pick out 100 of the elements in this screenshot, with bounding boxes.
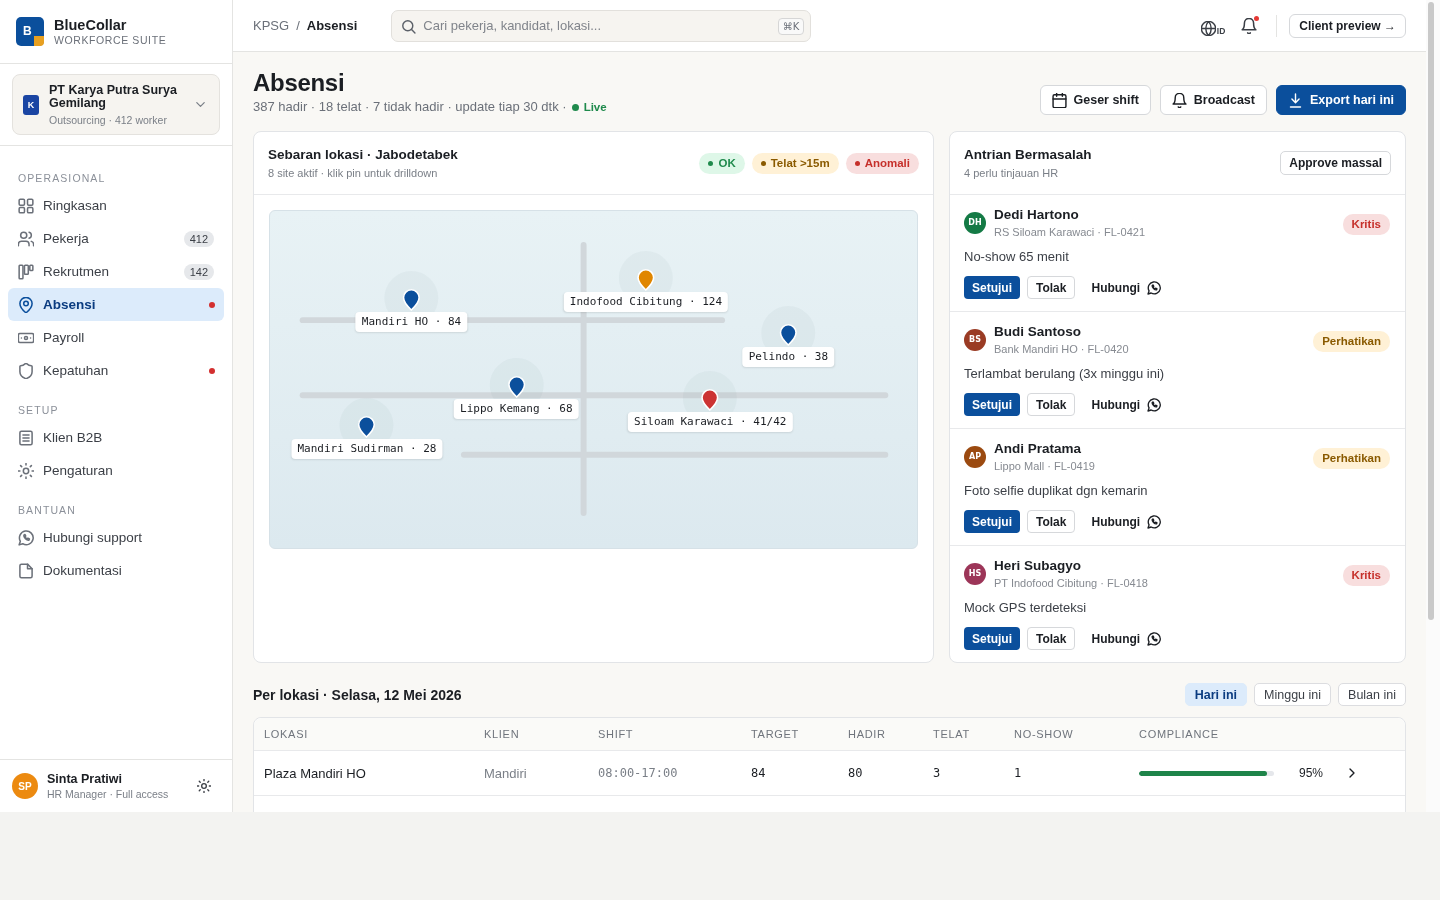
chat-phone-icon [1147, 280, 1162, 295]
language-button[interactable]: ID [1200, 15, 1226, 36]
section-title: Per lokasi · Selasa, 12 Mei 2026 [253, 686, 462, 703]
table-cell-text: 1 [1014, 766, 1023, 780]
issue-message: Mock GPS terdeteksi [964, 599, 1088, 617]
legend-label: Anomali [864, 157, 910, 169]
settings-icon[interactable] [197, 779, 211, 793]
approve-button[interactable]: Setujui [964, 276, 1020, 299]
count-badge: 412 [183, 230, 214, 247]
column-header: NO-SHOW [1014, 728, 1075, 740]
chat-phone-icon [18, 529, 34, 546]
card-subtitle: 4 perlu tinjauan HR [964, 166, 1060, 180]
approve-all-button[interactable]: Approve massal [1280, 151, 1391, 175]
range-tab[interactable]: Minggu ini [1254, 683, 1332, 706]
nav-item[interactable]: Pengaturan [8, 454, 224, 487]
scrollbar-thumb[interactable] [1428, 2, 1434, 620]
person-name: Budi Santoso [994, 323, 1082, 340]
org-name: PT Karya Putra Surya Gemilang [49, 83, 178, 110]
download-icon [1287, 92, 1303, 108]
brand-name: BlueCollar [54, 16, 128, 34]
section-label: BANTUAN [17, 503, 77, 517]
person-name: Dedi Hartono [994, 206, 1080, 223]
table-cell-text: 08:00-17:00 [598, 766, 679, 780]
nav-item[interactable]: Klien B2B [8, 421, 224, 454]
table-cell-text: Mandiri [484, 765, 528, 781]
nav-item[interactable]: Absensi [8, 288, 224, 321]
column-header: HADIR [848, 728, 887, 740]
person-meta: RS Siloam Karawaci · FL-0421 [994, 225, 1145, 240]
org-meta: Outsourcing · 412 worker [49, 113, 168, 126]
pin-label: Siloam Karawaci · 41/42 [628, 412, 793, 433]
client-preview-button[interactable]: Client preview → [1289, 13, 1406, 38]
map-pin-icon[interactable] [779, 323, 798, 346]
issue-message: Terlambat berulang (3x minggu ini) [964, 365, 1166, 383]
org-switcher[interactable]: K PT Karya Putra Surya Gemilang Outsourcing · 412 worker [12, 74, 220, 135]
issue-message: Foto selfie duplikat dgn kemarin [964, 482, 1149, 500]
table-cell-text: 3 [933, 766, 942, 780]
bell-icon[interactable] [1241, 17, 1258, 34]
column-header: COMPLIANCE [1139, 728, 1220, 740]
reject-button[interactable]: Tolak [1027, 276, 1076, 299]
column-header: SHIFT [598, 728, 635, 740]
approve-button[interactable]: Setujui [964, 627, 1020, 650]
card-subtitle: 8 site aktif · klik pin untuk drilldown [268, 166, 439, 180]
action-button[interactable]: Geser shift [1039, 85, 1151, 115]
map-pin-icon[interactable] [402, 288, 421, 311]
live-label: Live [583, 100, 607, 115]
nav-item[interactable]: Hubungi support [8, 521, 224, 554]
range-tab[interactable]: Hari ini [1184, 683, 1248, 706]
document-icon [18, 562, 34, 579]
range-tab[interactable]: Bulan ini [1338, 683, 1406, 706]
contact-button[interactable]: Hubungi [1083, 510, 1170, 533]
approve-button[interactable]: Setujui [964, 393, 1020, 416]
table-cell-text: Plaza Mandiri HO [264, 765, 367, 781]
person-meta: PT Indofood Cibitung · FL-0418 [994, 576, 1148, 591]
user-role: HR Manager · Full access [47, 787, 169, 801]
brand-logo: B [16, 17, 44, 46]
map-pin-icon [18, 296, 34, 313]
map-pin-icon[interactable] [357, 416, 376, 439]
chat-phone-icon [1147, 397, 1162, 412]
card-title: Antrian Bermasalah [964, 146, 1092, 163]
list-icon [18, 429, 34, 446]
severity-badge: Perhatikan [1313, 331, 1390, 352]
reject-button[interactable]: Tolak [1027, 627, 1076, 650]
contact-button[interactable]: Hubungi [1083, 393, 1170, 416]
page-summary: 387 hadir · 18 telat · 7 tidak hadir · update tiap 30 dtk · [253, 99, 567, 115]
pin-label: Indofood Cibitung · 124 [563, 291, 729, 312]
action-button[interactable]: Export hari ini [1275, 85, 1406, 115]
severity-badge: Kritis [1342, 214, 1390, 235]
nav-item[interactable]: Pekerja 412 [8, 222, 224, 255]
nav-item[interactable]: Kepatuhan [8, 354, 224, 387]
action-button[interactable]: Broadcast [1159, 85, 1267, 115]
breadcrumb-separator: / [296, 18, 300, 33]
person-name: Andi Pratama [994, 440, 1083, 457]
map-pin-icon[interactable] [701, 389, 720, 412]
search-icon [401, 18, 417, 34]
users-icon [18, 230, 34, 247]
reject-button[interactable]: Tolak [1027, 393, 1076, 416]
calendar-icon [1051, 92, 1067, 108]
org-avatar: K [23, 94, 39, 115]
nav-item[interactable]: Payroll [8, 321, 224, 354]
breadcrumb-current: Absensi [306, 18, 358, 33]
pin-label: Mandiri Sudirman · 28 [291, 439, 443, 460]
card-title: Sebaran lokasi · Jabodetabek [268, 146, 458, 163]
legend-label: Telat >15m [770, 157, 830, 169]
settings-icon [18, 462, 34, 479]
person-name: Heri Subagyo [994, 557, 1083, 574]
nav-item[interactable]: Ringkasan [8, 189, 224, 222]
severity-badge: Kritis [1342, 565, 1390, 586]
nav-item[interactable]: Dokumentasi [8, 554, 224, 587]
approve-button[interactable]: Setujui [964, 510, 1020, 533]
contact-button[interactable]: Hubungi [1083, 627, 1170, 650]
nav-item[interactable]: Rekrutmen 142 [8, 255, 224, 288]
breadcrumb-link[interactable]: KPSG [253, 18, 290, 33]
user-avatar: SP [12, 773, 38, 799]
reject-button[interactable]: Tolak [1027, 510, 1076, 533]
pin-label: Lippo Kemang · 68 [454, 399, 579, 420]
table-cell-text: 80 [848, 766, 864, 780]
shield-icon [18, 362, 34, 379]
map-pin-icon[interactable] [507, 376, 526, 399]
contact-button[interactable]: Hubungi [1083, 276, 1170, 299]
chat-phone-icon [1147, 631, 1162, 646]
